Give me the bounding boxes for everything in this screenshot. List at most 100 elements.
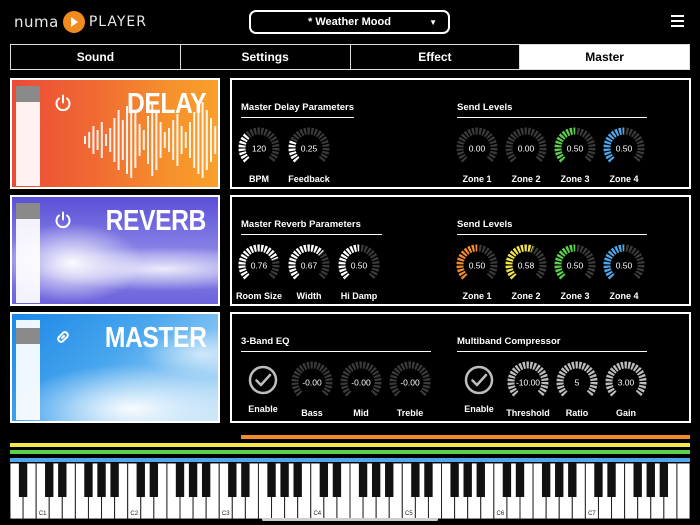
knob-dial[interactable]: 5: [555, 360, 599, 404]
black-key: [463, 463, 472, 497]
knob-fill-arc: [238, 132, 251, 163]
tab-effect[interactable]: Effect: [350, 45, 521, 69]
eq-enable-toggle[interactable]: Enable: [239, 360, 287, 414]
black-key: [201, 463, 211, 497]
piano-keyboard[interactable]: C1 C2 C3 C4 C5 C6 C7: [9, 462, 691, 520]
eq-treble-knob[interactable]: -0.00 Treble: [386, 360, 434, 418]
black-key: [411, 463, 420, 497]
preset-name: * Weather Mood: [308, 16, 391, 28]
eq-mid-knob[interactable]: -0.00 Mid: [337, 360, 385, 418]
knob-dial[interactable]: 0.00: [455, 126, 499, 170]
compressor-enable-toggle[interactable]: Enable: [455, 360, 503, 414]
reverb-send-levels-title: Send Levels: [457, 219, 647, 235]
octave-label: C6: [497, 511, 505, 517]
room-size-knob[interactable]: 0.76 Room Size: [235, 243, 283, 301]
black-key: [110, 463, 119, 497]
tab-settings[interactable]: Settings: [180, 45, 351, 69]
knob-dial[interactable]: -0.00: [290, 360, 334, 404]
zone-strip-2[interactable]: [10, 442, 690, 447]
tab-master[interactable]: Master: [520, 45, 689, 69]
bpm-knob[interactable]: 120 BPM: [235, 126, 283, 184]
knob-dial[interactable]: 0.00: [504, 126, 548, 170]
master-parameters-panel: 3-Band EQ Enable -0.00 Bass -0.00 Mid -0.0…: [230, 312, 691, 423]
black-key: [136, 463, 145, 497]
eq-bass-knob[interactable]: -0.00 Bass: [288, 360, 336, 418]
link-icon[interactable]: [54, 328, 72, 346]
zone-strip-4[interactable]: [10, 457, 690, 462]
black-key: [45, 463, 54, 497]
wave-bar: [92, 126, 95, 154]
knob-value: -0.00: [351, 378, 371, 388]
zone-strip-1[interactable]: [241, 435, 690, 439]
knob-dial[interactable]: 0.25: [287, 126, 331, 170]
black-key: [515, 463, 525, 497]
master-tile[interactable]: MASTER: [10, 312, 220, 423]
black-key: [594, 463, 603, 497]
master-level-fader[interactable]: [16, 320, 40, 420]
width-knob[interactable]: 0.67 Width: [285, 243, 333, 301]
delay-send-zone3-knob[interactable]: 0.50 Zone 3: [551, 126, 599, 184]
threshold-knob[interactable]: -10.00 Threshold: [504, 360, 552, 418]
knob-dial[interactable]: 0.76: [237, 243, 281, 287]
black-key: [332, 463, 342, 497]
black-key: [371, 463, 381, 497]
fader-handle[interactable]: [16, 203, 40, 219]
delay-send-zone1-knob[interactable]: 0.00 Zone 1: [453, 126, 501, 184]
knob-dial[interactable]: 0.50: [553, 126, 597, 170]
delay-send-zone4-knob[interactable]: 0.50 Zone 4: [600, 126, 648, 184]
knob-dial[interactable]: -0.00: [388, 360, 432, 404]
knob-dial[interactable]: 0.50: [602, 126, 646, 170]
knob-dial[interactable]: 0.50: [553, 243, 597, 287]
knob-label: Zone 3: [560, 174, 590, 184]
reverb-tile[interactable]: REVERB: [10, 195, 220, 306]
reverb-send-zone1-knob[interactable]: 0.50 Zone 1: [453, 243, 501, 301]
hamburger-icon[interactable]: [671, 15, 684, 27]
power-icon[interactable]: [54, 211, 72, 229]
knob-dial[interactable]: 0.50: [602, 243, 646, 287]
reverb-send-zone2-knob[interactable]: 0.58 Zone 2: [502, 243, 550, 301]
reverb-send-zone3-knob[interactable]: 0.50 Zone 3: [551, 243, 599, 301]
feedback-knob[interactable]: 0.25 Feedback: [285, 126, 333, 184]
reverb-parameters-panel: Master Reverb Parameters 0.76 Room Size 0…: [230, 195, 691, 306]
knob-dial[interactable]: 0.67: [287, 243, 331, 287]
black-key: [97, 463, 106, 497]
zone-strip-3[interactable]: [10, 450, 690, 454]
knob-value: 3.00: [618, 378, 635, 388]
wave-bar: [121, 120, 124, 160]
gain-knob[interactable]: 3.00 Gain: [602, 360, 650, 418]
knob-label: Ratio: [565, 408, 589, 418]
power-icon[interactable]: [54, 94, 72, 112]
fader-handle[interactable]: [16, 86, 40, 102]
knob-dial[interactable]: 0.58: [504, 243, 548, 287]
knob-dial[interactable]: 0.50: [455, 243, 499, 287]
octave-label: C4: [313, 511, 321, 517]
delay-send-zone2-knob[interactable]: 0.00 Zone 2: [502, 126, 550, 184]
preset-selector[interactable]: * Weather Mood ▼: [249, 10, 450, 34]
delay-tile[interactable]: DELAY: [10, 78, 220, 189]
knob-value: 0.25: [301, 144, 318, 154]
ratio-knob[interactable]: 5 Ratio: [553, 360, 601, 418]
logo-player-text: PLAYER: [88, 14, 148, 30]
delay-level-fader[interactable]: [16, 86, 40, 186]
knob-value: 0.00: [469, 144, 486, 154]
wave-bar: [147, 116, 149, 164]
hi-damp-knob[interactable]: 0.50 Hi Damp: [335, 243, 383, 301]
knob-label: Zone 2: [511, 174, 541, 184]
knob-value: 0.50: [616, 144, 633, 154]
reverb-level-fader[interactable]: [16, 203, 40, 303]
black-key: [267, 463, 276, 497]
knob-value: 0.58: [518, 261, 535, 271]
fader-handle[interactable]: [16, 328, 40, 344]
knob-dial[interactable]: 0.50: [337, 243, 381, 287]
knob-dial[interactable]: 120: [237, 126, 281, 170]
reverb-send-zone4-knob[interactable]: 0.50 Zone 4: [600, 243, 648, 301]
piano-keys[interactable]: C1 C2 C3 C4 C5 C6 C7: [9, 462, 691, 520]
eq-title: 3-Band EQ: [241, 336, 431, 352]
knob-label: Zone 1: [462, 291, 492, 301]
knob-value: 0.50: [567, 261, 584, 271]
logo-numa-text: numa: [14, 13, 59, 31]
knob-dial[interactable]: -0.00: [339, 360, 383, 404]
knob-dial[interactable]: 3.00: [604, 360, 648, 404]
tab-sound[interactable]: Sound: [11, 45, 181, 69]
knob-dial[interactable]: -10.00: [506, 360, 550, 404]
